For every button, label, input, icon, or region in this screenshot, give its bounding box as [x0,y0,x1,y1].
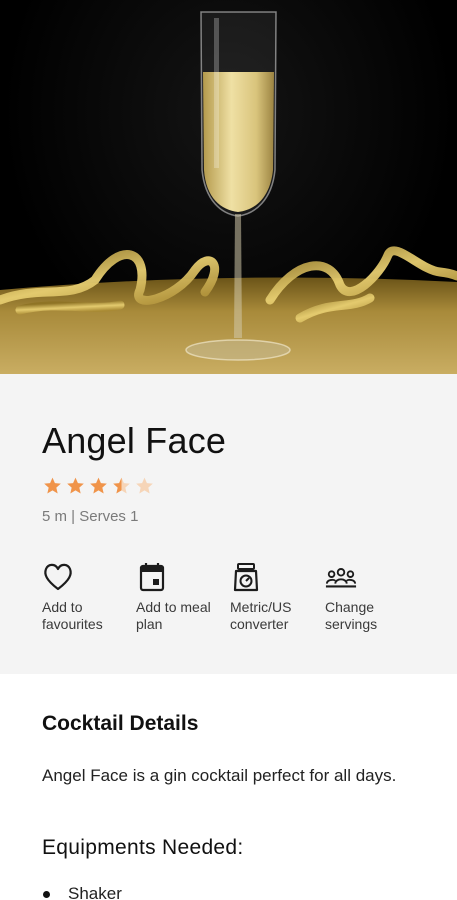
heart-icon [44,563,72,591]
equipment-label: Shaker [68,884,122,900]
star-icon-empty [136,477,153,494]
star-icon-filled [44,477,61,494]
recipe-title: Angel Face [42,420,227,461]
metric-us-converter-button[interactable]: Metric/US converter [230,562,320,633]
action-label: Add to meal plan [136,599,211,632]
action-label: Change servings [325,599,378,632]
scale-icon [233,563,259,592]
champagne-photo [0,11,457,374]
calendar-icon [139,563,165,592]
recipe-hero-image [0,0,457,374]
star-icon-filled [90,477,107,494]
bullet [43,891,50,898]
add-to-meal-plan-button[interactable]: Add to meal plan [136,562,226,633]
people-icon [325,568,357,588]
change-servings-button[interactable]: Change servings [325,562,415,633]
equipment-title: Equipments Needed: [42,836,244,859]
equipment-list: Shaker [42,884,122,900]
section-title: Cocktail Details [42,712,199,735]
list-item: Shaker [42,884,122,900]
rating-stars [42,476,155,496]
add-to-favourites-button[interactable]: Add to favourites [42,562,132,633]
recipe-actions: Add to favourites Add to meal plan Metri… [42,562,442,642]
star-icon-half [113,477,130,494]
recipe-description: Angel Face is a gin cocktail perfect for… [42,766,397,785]
action-label: Metric/US converter [230,599,292,632]
recipe-meta: 5 m | Serves 1 [42,508,139,525]
star-icon-filled [67,477,84,494]
action-label: Add to favourites [42,599,103,632]
recipe-info-panel: Angel Face 5 m | Serves 1 Add to favouri… [0,374,457,674]
cocktail-details-section: Cocktail Details Angel Face is a gin coc… [0,674,457,900]
